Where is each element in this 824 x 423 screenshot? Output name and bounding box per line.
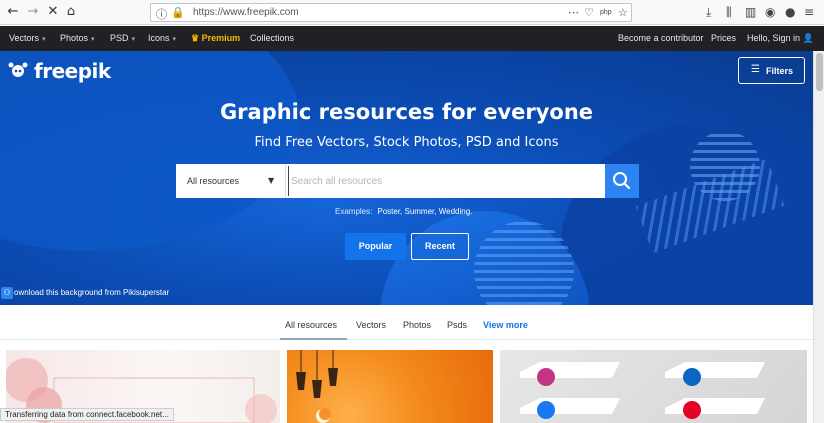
- account-icon[interactable]: ◉: [765, 5, 775, 19]
- library-icon[interactable]: ⫼: [726, 5, 732, 20]
- tab-psds[interactable]: Psds: [447, 320, 467, 330]
- nav-collections[interactable]: Collections: [250, 33, 294, 43]
- social-banners-image: [520, 362, 765, 419]
- star-icon[interactable]: ☆: [618, 6, 628, 19]
- download-icon[interactable]: ⤓: [706, 5, 711, 20]
- stop-loading-icon[interactable]: ✕: [44, 3, 62, 21]
- menu-icon[interactable]: ≡: [804, 5, 814, 19]
- active-tab-indicator: [280, 338, 347, 340]
- browser-toolbar: ← → ✕ ⌂ ⓘ 🔒 https://www.freepik.com ⋯ ♡ …: [0, 0, 824, 25]
- search-button[interactable]: [605, 164, 639, 198]
- popular-button[interactable]: Popular: [345, 233, 406, 260]
- nav-icons[interactable]: Icons ▾: [148, 33, 176, 43]
- search-examples: Examples: Poster, Summer, Wedding.: [335, 207, 472, 216]
- scrollbar-thumb[interactable]: [816, 53, 823, 91]
- search-input[interactable]: [288, 166, 603, 196]
- lanterns-image: [296, 350, 338, 423]
- sidebar-icon[interactable]: ▥: [745, 5, 756, 19]
- user-icon: ⚇: [1, 287, 13, 299]
- resource-thumbnail-social-banners[interactable]: [500, 350, 807, 423]
- search-bar: All resources ▼: [176, 164, 639, 198]
- resource-thumbnail-lanterns[interactable]: [287, 350, 493, 423]
- user-icon: 👤: [802, 33, 814, 43]
- php-extension-label[interactable]: php: [600, 9, 612, 16]
- extension-icon[interactable]: ●: [785, 5, 795, 19]
- crown-icon: ♛: [191, 33, 200, 43]
- nav-photos[interactable]: Photos ▾: [60, 33, 95, 43]
- home-icon[interactable]: ⌂: [62, 3, 80, 21]
- nav-premium[interactable]: ♛ Premium: [191, 33, 240, 44]
- examples-links[interactable]: Poster, Summer, Wedding.: [377, 207, 472, 216]
- hero-banner: freepik ☰ Filters Graphic resources for …: [0, 51, 813, 305]
- caret-down-icon: ▼: [268, 176, 275, 185]
- lock-icon[interactable]: 🔒: [171, 6, 185, 19]
- resource-type-select[interactable]: All resources ▼: [176, 164, 286, 198]
- nav-become-contributor[interactable]: Become a contributor: [618, 33, 704, 43]
- address-bar[interactable]: ⓘ 🔒 https://www.freepik.com ⋯ ♡ php ☆: [150, 3, 632, 22]
- site-nav-bar: Vectors ▾ Photos ▾ PSD ▾ Icons ▾ ♛ Premium C…: [0, 26, 824, 51]
- chevron-down-icon: ▾: [42, 35, 46, 43]
- tab-vectors[interactable]: Vectors: [356, 320, 386, 330]
- browser-status-bar: Transferring data from connect.facebook.…: [0, 408, 174, 421]
- freepik-logo-icon: [8, 62, 28, 77]
- back-icon[interactable]: ←: [4, 3, 22, 21]
- tab-all-resources[interactable]: All resources: [285, 320, 337, 330]
- sliders-icon: ☰: [751, 64, 760, 75]
- hero-title: Graphic resources for everyone: [219, 100, 594, 124]
- info-icon[interactable]: ⓘ: [156, 6, 167, 22]
- search-icon: [613, 172, 631, 190]
- page-scrollbar[interactable]: [813, 51, 824, 423]
- nav-psd[interactable]: PSD ▾: [110, 33, 135, 43]
- tab-photos[interactable]: Photos: [403, 320, 431, 330]
- examples-lead: Examples:: [335, 207, 373, 216]
- nav-prices[interactable]: Prices: [711, 33, 736, 43]
- chevron-down-icon: ▾: [172, 35, 177, 43]
- chevron-down-icon: ▾: [91, 35, 95, 43]
- pocket-icon[interactable]: ♡: [584, 6, 594, 19]
- hero-subtitle: Find Free Vectors, Stock Photos, PSD and…: [254, 135, 559, 150]
- recent-button[interactable]: Recent: [411, 233, 469, 260]
- forward-icon[interactable]: →: [24, 3, 42, 21]
- nav-vectors[interactable]: Vectors ▾: [9, 33, 46, 43]
- resource-tabs: All resources Vectors Photos Psds View m…: [0, 305, 813, 340]
- credit-text[interactable]: ownload this background from Pikisuperst…: [14, 288, 169, 297]
- decorative-striped-circle: [474, 221, 574, 305]
- tab-view-more[interactable]: View more: [483, 320, 528, 330]
- logo-text: freepik: [34, 59, 111, 83]
- chevron-down-icon: ▾: [131, 35, 136, 43]
- filters-button[interactable]: ☰ Filters: [738, 57, 805, 84]
- filters-label: Filters: [766, 66, 794, 76]
- url-text[interactable]: https://www.freepik.com: [193, 7, 299, 18]
- nav-sign-in[interactable]: Hello, Sign in 👤: [747, 33, 814, 44]
- ellipsis-icon[interactable]: ⋯: [568, 6, 579, 19]
- resource-type-label: All resources: [187, 176, 240, 186]
